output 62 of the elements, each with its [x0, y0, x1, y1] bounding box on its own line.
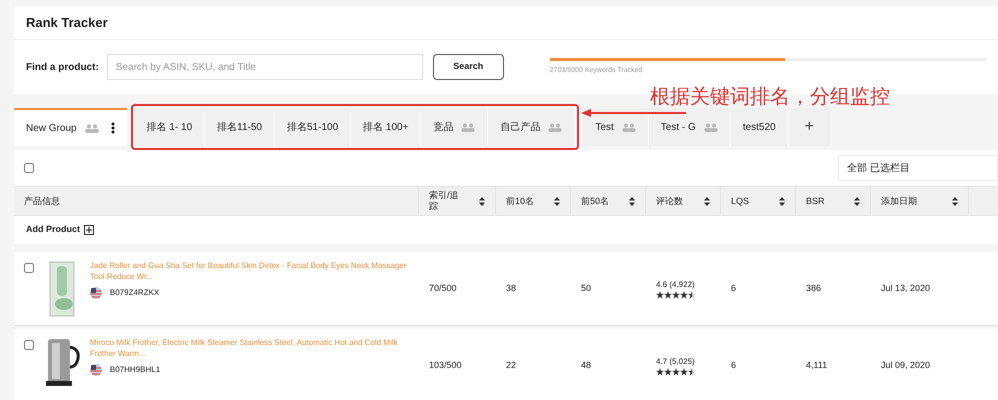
plus-icon	[84, 225, 94, 235]
page-title: Rank Tracker	[26, 14, 108, 32]
table-cell: 4,111	[806, 360, 828, 370]
group-tab[interactable]: 排名 1- 10	[134, 108, 206, 146]
us-flag-icon	[90, 364, 102, 376]
us-flag-icon	[90, 287, 102, 299]
group-tab[interactable]: 竞品	[421, 108, 488, 146]
table-cell: 386	[806, 282, 822, 293]
group-tab[interactable]: 排名51-100	[275, 108, 352, 146]
asin-text: B07HH9BHL1	[110, 364, 160, 376]
people-icon	[622, 122, 636, 132]
column-header[interactable]: 索引/追踪	[419, 187, 496, 215]
rating-text: 4.6 (4,922)	[656, 278, 696, 290]
group-tab[interactable]: 自己产品	[488, 108, 576, 146]
search-button[interactable]: Search	[432, 54, 504, 80]
group-tab[interactable]: Test	[583, 108, 649, 146]
people-icon	[704, 122, 718, 132]
asin-text: B079Z4RZKX	[110, 287, 160, 299]
row-checkbox[interactable]	[24, 263, 34, 273]
table-cell: 6	[731, 360, 736, 370]
table-cell: Jul 13, 2020	[881, 282, 930, 293]
arrow-icon	[581, 109, 686, 117]
add-product-button[interactable]: Add Product	[26, 223, 94, 237]
sort-icon[interactable]	[554, 196, 560, 206]
table-cell: Jul 09, 2020	[881, 360, 930, 370]
table-cell: 22	[506, 360, 516, 370]
find-product-label: Find a product:	[26, 60, 99, 74]
table-cell: 6	[731, 282, 736, 293]
column-header[interactable]: 前50名	[571, 187, 646, 215]
sort-icon[interactable]	[854, 196, 860, 206]
sort-icon[interactable]	[952, 196, 958, 206]
column-header: 产品信息	[14, 187, 419, 215]
annotation-text: 根据关键词排名，分组监控	[650, 85, 890, 110]
table-cell: 50	[581, 282, 592, 293]
column-header[interactable]: 添加日期	[871, 187, 969, 215]
table-cell: 103/500	[429, 360, 462, 370]
group-tab[interactable]: test520	[730, 108, 789, 146]
column-header[interactable]: BSR	[796, 187, 871, 215]
column-header[interactable]: 前10名	[496, 187, 571, 215]
sort-icon[interactable]	[779, 196, 785, 206]
table-cell: 48	[581, 360, 592, 370]
select-all-checkbox[interactable]	[24, 163, 34, 173]
table-cell: 38	[506, 282, 516, 293]
more-icon[interactable]	[110, 122, 115, 134]
people-icon	[84, 124, 99, 132]
sort-icon[interactable]	[479, 196, 485, 206]
add-tab-button[interactable]: +	[788, 108, 830, 146]
rating-text: 4.7 (5,025)	[656, 356, 696, 368]
sort-icon[interactable]	[704, 196, 710, 206]
group-tab[interactable]: New Group	[14, 108, 127, 146]
search-field[interactable]: Search by ASIN, SKU, and Title	[106, 54, 423, 80]
group-tab[interactable]: Test - G	[648, 108, 731, 146]
sort-icon[interactable]	[629, 196, 635, 206]
people-icon	[461, 122, 476, 132]
columns-dropdown[interactable]: 全部 已选栏目	[838, 155, 998, 181]
group-tab[interactable]: 排名11-50	[205, 108, 275, 146]
group-tab[interactable]: 排名 100+	[351, 108, 422, 146]
column-header[interactable]: 评论数	[646, 187, 721, 215]
row-checkbox[interactable]	[24, 340, 34, 350]
people-icon	[548, 122, 562, 132]
table-cell: 70/500	[429, 282, 457, 293]
column-header[interactable]: LQS	[721, 187, 796, 215]
